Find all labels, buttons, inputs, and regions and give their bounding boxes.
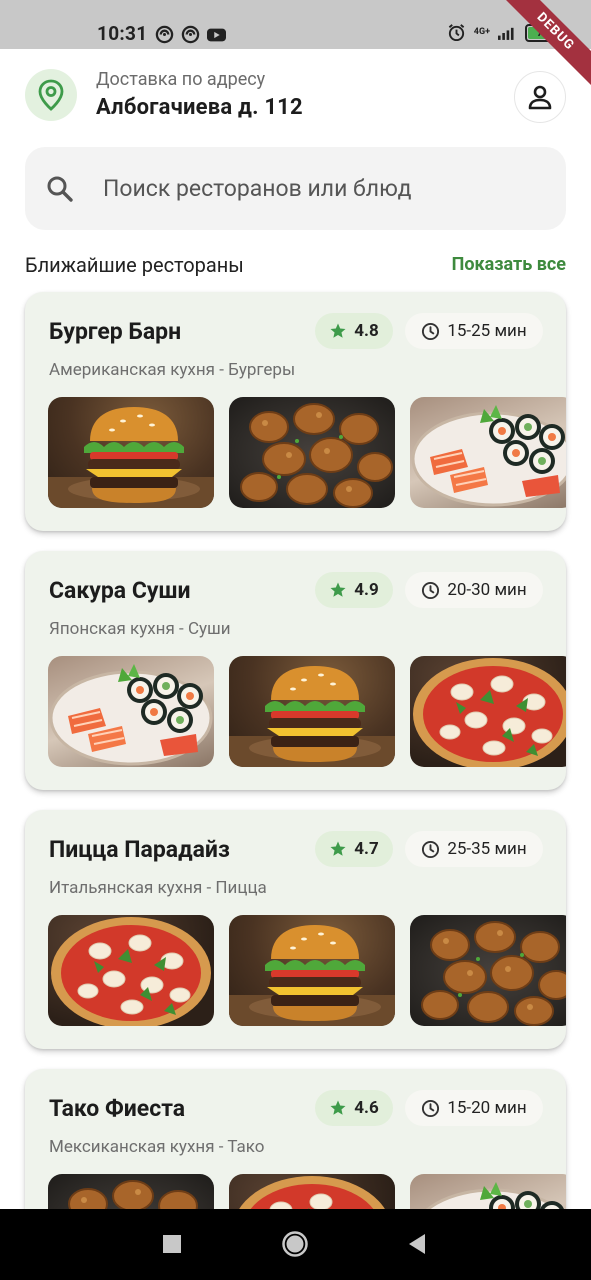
network-type: 4G+: [473, 27, 490, 37]
recents-icon: [163, 1235, 181, 1253]
rating-chip: 4.6: [315, 1090, 393, 1126]
recents-button[interactable]: [155, 1227, 189, 1261]
dish-image-sushi[interactable]: [410, 397, 566, 508]
delivery-time: 20-30 мин: [447, 580, 527, 600]
delivery-time-chip: 15-25 мин: [405, 313, 543, 349]
search-icon: [47, 176, 73, 202]
rating-value: 4.9: [354, 580, 379, 600]
dish-image-sushi[interactable]: [48, 656, 214, 767]
system-navigation-bar: [0, 1209, 591, 1280]
delivery-time: 25-35 мин: [447, 839, 527, 859]
clock-icon: [422, 581, 440, 599]
restaurant-cuisine: Американская кухня - Бургеры: [49, 360, 296, 380]
location-pin-icon: [38, 79, 64, 111]
delivery-time-chip: 20-30 мин: [405, 572, 543, 608]
dish-image-nuggets[interactable]: [229, 397, 395, 508]
signal-icon: [498, 23, 517, 42]
rating-value: 4.7: [354, 839, 379, 859]
back-icon: [409, 1234, 425, 1254]
rating-chip: 4.7: [315, 831, 393, 867]
dish-gallery[interactable]: [48, 397, 566, 508]
rating-chip: 4.9: [315, 572, 393, 608]
home-button[interactable]: [278, 1227, 312, 1261]
search-input[interactable]: [103, 147, 543, 230]
app-screen: 10:31 4G+ 77 DEBUG: [0, 0, 591, 1280]
restaurant-card[interactable]: Сакура Суши 4.9 20-30 мин Японская кухня - …: [25, 551, 566, 790]
restaurant-cuisine: Мексиканская кухня - Тако: [49, 1137, 265, 1157]
dish-gallery[interactable]: [48, 656, 566, 767]
clock-icon: [422, 322, 440, 340]
sync-icon: [181, 25, 200, 44]
status-time: 10:31: [97, 22, 148, 45]
restaurant-name: Тако Фиеста: [49, 1095, 186, 1122]
clock-icon: [422, 840, 440, 858]
rating-chip: 4.8: [315, 313, 393, 349]
rating-value: 4.6: [354, 1098, 379, 1118]
status-notification-icons: [155, 25, 226, 44]
show-all-link[interactable]: Показать все: [452, 254, 566, 275]
star-icon: [330, 1100, 346, 1115]
dish-image-burger[interactable]: [229, 915, 395, 1026]
location-button[interactable]: [25, 69, 77, 121]
section-title: Ближайшие рестораны: [25, 253, 244, 277]
address-caption: Доставка по адресу: [96, 69, 266, 90]
status-bar: 10:31 4G+ 77: [0, 0, 591, 49]
dish-image-nuggets[interactable]: [410, 915, 566, 1026]
person-icon: [528, 85, 552, 110]
alarm-icon: [447, 23, 466, 42]
dish-image-pizza[interactable]: [48, 915, 214, 1026]
restaurant-name: Сакура Суши: [49, 577, 191, 604]
dish-image-burger[interactable]: [229, 656, 395, 767]
app-header: Доставка по адресу Албогачиева д. 112: [0, 49, 591, 144]
delivery-time: 15-25 мин: [447, 321, 527, 341]
restaurant-card[interactable]: Бургер Барн 4.8 15-25 мин Американская кухн…: [25, 292, 566, 531]
home-icon: [282, 1231, 308, 1257]
youtube-icon: [207, 25, 226, 44]
rating-value: 4.8: [354, 321, 379, 341]
restaurant-cuisine: Японская кухня - Суши: [49, 619, 231, 639]
profile-button[interactable]: [514, 71, 566, 123]
back-button[interactable]: [400, 1227, 434, 1261]
star-icon: [330, 841, 346, 856]
address-value[interactable]: Албогачиева д. 112: [96, 95, 303, 120]
delivery-time: 15-20 мин: [447, 1098, 527, 1118]
delivery-time-chip: 15-20 мин: [405, 1090, 543, 1126]
delivery-time-chip: 25-35 мин: [405, 831, 543, 867]
restaurant-name: Пицца Парадайз: [49, 836, 230, 863]
restaurant-cuisine: Итальянская кухня - Пицца: [49, 878, 267, 898]
dish-gallery[interactable]: [48, 915, 566, 1026]
dish-image-burger[interactable]: [48, 397, 214, 508]
clock-icon: [422, 1099, 440, 1117]
dish-image-pizza[interactable]: [410, 656, 566, 767]
sync-icon: [155, 25, 174, 44]
restaurant-card[interactable]: Пицца Парадайз 4.7 25-35 мин Итальянская ку…: [25, 810, 566, 1049]
search-bar[interactable]: [25, 147, 566, 230]
restaurant-name: Бургер Барн: [49, 318, 182, 345]
star-icon: [330, 323, 346, 338]
star-icon: [330, 582, 346, 597]
